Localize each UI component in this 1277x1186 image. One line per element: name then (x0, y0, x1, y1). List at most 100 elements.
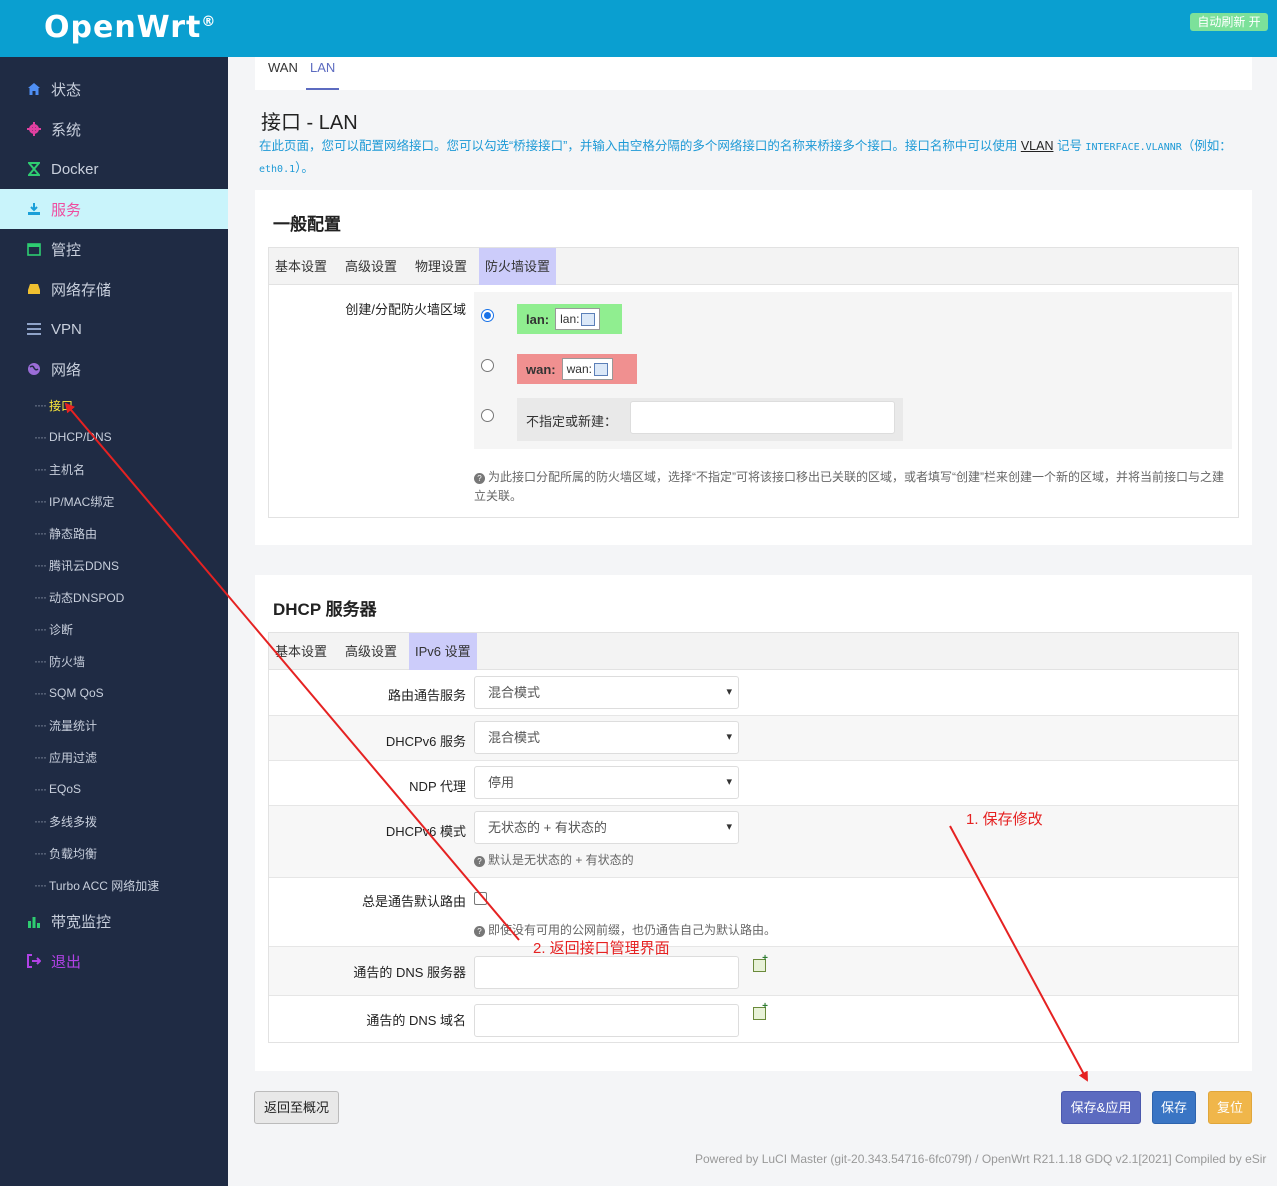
sidebar-item-label: VPN (51, 320, 82, 338)
sidebar-subitem-interfaces[interactable]: ···· 接口 (34, 395, 73, 415)
bar-chart-icon (26, 913, 42, 929)
dns-domain-label: 通告的 DNS 域名 (366, 1013, 466, 1028)
help-icon: ? (474, 926, 485, 937)
sidebar-item-label: Docker (51, 160, 99, 178)
chevron-down-icon: ▾ (726, 776, 732, 788)
logout-icon (26, 953, 42, 969)
sidebar-item-vpn[interactable]: VPN (0, 309, 228, 349)
sidebar-item-services[interactable]: 服务 (0, 189, 228, 229)
reset-button[interactable]: 复位 (1208, 1091, 1252, 1124)
page-title: 接口 - LAN (261, 112, 358, 134)
list-icon (26, 321, 42, 337)
row-dhcpv6-mode: DHCPv6 模式 无状态的 + 有状态的 ▾ ? 默认是无状态的 + 有状态的 (269, 805, 1238, 877)
home-icon (26, 81, 42, 97)
globe-icon (26, 361, 42, 377)
sidebar-item-docker[interactable]: Docker (0, 149, 228, 189)
tab-dhcp-ipv6[interactable]: IPv6 设置 (409, 633, 477, 670)
annotation-step2: 2. 返回接口管理界面 (533, 940, 670, 957)
sidebar-subitem-firewall[interactable]: ···· 防火墙 (34, 651, 85, 671)
tab-wan[interactable]: WAN (268, 59, 298, 90)
sidebar-item-logout[interactable]: 退出 (0, 941, 228, 981)
sidebar-item-system[interactable]: 系统 (0, 109, 228, 149)
row-dns-server: 通告的 DNS 服务器 (269, 946, 1238, 995)
sidebar-item-label: 系统 (51, 121, 82, 139)
zone-new-radio[interactable] (481, 409, 494, 422)
tab-dhcp-basic[interactable]: 基本设置 (269, 633, 333, 670)
tab-advanced-settings[interactable]: 高级设置 (339, 248, 403, 285)
tab-lan[interactable]: LAN (306, 59, 340, 90)
sidebar-subitem-hostnames[interactable]: ···· 主机名 (34, 459, 85, 479)
sidebar-subitem-appfilter[interactable]: ···· 应用过滤 (34, 747, 97, 767)
save-apply-button[interactable]: 保存&应用 (1061, 1091, 1141, 1124)
dhcpv6-label: DHCPv6 服务 (385, 734, 466, 749)
vlan-link[interactable]: VLAN (1021, 139, 1054, 153)
row-router-adv: 路由通告服务 混合模式 ▾ (269, 670, 1238, 715)
sidebar-subitem-dnspod[interactable]: ···· 动态DNSPOD (34, 587, 124, 607)
back-to-overview-button[interactable]: 返回至概况 (254, 1091, 339, 1124)
tab-dhcp-advanced[interactable]: 高级设置 (339, 633, 403, 670)
row-dhcpv6-service: DHCPv6 服务 混合模式 ▾ (269, 715, 1238, 760)
sidebar-subitem-loadbalance[interactable]: ···· 负载均衡 (34, 843, 97, 863)
router-adv-label: 路由通告服务 (387, 688, 466, 703)
sidebar-item-status[interactable]: 状态 (0, 69, 228, 109)
tab-firewall-settings[interactable]: 防火墙设置 (479, 248, 557, 285)
dhcpv6-mode-select[interactable]: 无状态的 + 有状态的 ▾ (474, 811, 739, 844)
sidebar-subitem-sqm[interactable]: ···· SQM QoS (34, 683, 104, 703)
help-icon: ? (474, 473, 485, 484)
sidebar-subitem-diagnostics[interactable]: ···· 诊断 (34, 619, 73, 639)
row-default-route: 总是通告默认路由 ? 即使没有可用的公网前缀，也仍通告自己为默认路由。 (269, 877, 1238, 946)
zone-lan-radio[interactable] (481, 309, 494, 322)
sidebar-item-bandwidth[interactable]: 带宽监控 (0, 901, 228, 941)
new-zone-input[interactable] (630, 401, 895, 434)
sidebar-subitem-static-routes[interactable]: ···· 静态路由 (34, 523, 97, 543)
wan-chip: wan: (561, 358, 613, 380)
firewall-help: ? 为此接口分配所属的防火墙区域，选择“不指定”可将该接口移出已关联的区域，或者填… (474, 470, 1224, 503)
sidebar-subitem-multiwan[interactable]: ···· 多线多拨 (34, 811, 97, 831)
page-description: 在此页面，您可以配置网络接口。您可以勾选“桥接接口”，并输入由空格分隔的多个网络… (259, 139, 1232, 175)
sidebar-subitem-eqos[interactable]: ···· EQoS (34, 779, 81, 799)
ndp-label: NDP 代理 (409, 779, 466, 794)
sidebar-subitem-dhcp-dns[interactable]: ···· DHCP/DNS (34, 427, 112, 447)
zone-lan[interactable]: lan: lan: (517, 304, 622, 334)
sidebar: 状态 系统 Docker 服务 管控 网络存储 VPN 网络 ···· 接口 ··… (0, 57, 228, 1186)
top-header: OpenWrt® 自动刷新 开 (0, 0, 1277, 57)
zone-wan[interactable]: wan: wan: (517, 354, 637, 384)
auto-refresh-toggle[interactable]: 自动刷新 开 (1190, 13, 1268, 31)
add-entry-icon[interactable] (753, 1001, 768, 1020)
hourglass-icon (26, 161, 42, 177)
openwrt-logo[interactable]: OpenWrt® (44, 10, 216, 45)
download-icon (26, 201, 42, 217)
sidebar-item-label: 状态 (51, 81, 82, 99)
dns-server-input[interactable] (474, 956, 739, 989)
drive-icon (26, 281, 42, 297)
sidebar-subitem-tencent-ddns[interactable]: ···· 腾讯云DDNS (34, 555, 119, 575)
zone-wan-radio[interactable] (481, 359, 494, 372)
tab-physical-settings[interactable]: 物理设置 (409, 248, 473, 285)
ndp-select[interactable]: 停用 ▾ (474, 766, 739, 799)
footer: Powered by LuCI Master (git-20.343.54716… (695, 1152, 1267, 1166)
gear-icon (26, 121, 42, 137)
sidebar-item-storage[interactable]: 网络存储 (0, 269, 228, 309)
dns-server-label: 通告的 DNS 服务器 (353, 965, 466, 980)
sidebar-subitem-turbo-acc[interactable]: ···· Turbo ACC 网络加速 (34, 875, 159, 895)
sidebar-subitem-traffic[interactable]: ···· 流量统计 (34, 715, 97, 735)
firewall-zone-label: 创建/分配防火墙区域 (345, 302, 466, 317)
new-zone-group: 不指定或新建： (517, 398, 903, 441)
row-dns-domain: 通告的 DNS 域名 (269, 995, 1238, 1043)
sidebar-item-label: 退出 (51, 953, 82, 971)
lan-chip: lan: (555, 308, 601, 330)
chevron-down-icon: ▾ (726, 731, 732, 743)
dns-domain-input[interactable] (474, 1004, 739, 1037)
interface-tabs: WAN LAN (255, 57, 1252, 90)
general-config-panel: 一般配置 基本设置 高级设置 物理设置 防火墙设置 创建/分配防火墙区域 lan… (255, 190, 1252, 545)
network-icon (581, 312, 596, 326)
default-route-checkbox[interactable] (474, 892, 487, 905)
sidebar-item-network[interactable]: 网络 (0, 349, 228, 389)
sidebar-subitem-ip-mac[interactable]: ···· IP/MAC绑定 (34, 491, 114, 511)
save-button[interactable]: 保存 (1152, 1091, 1196, 1124)
router-adv-select[interactable]: 混合模式 ▾ (474, 676, 739, 709)
add-entry-icon[interactable] (753, 953, 768, 972)
tab-basic-settings[interactable]: 基本设置 (269, 248, 333, 285)
sidebar-item-control[interactable]: 管控 (0, 229, 228, 269)
dhcpv6-select[interactable]: 混合模式 ▾ (474, 721, 739, 754)
